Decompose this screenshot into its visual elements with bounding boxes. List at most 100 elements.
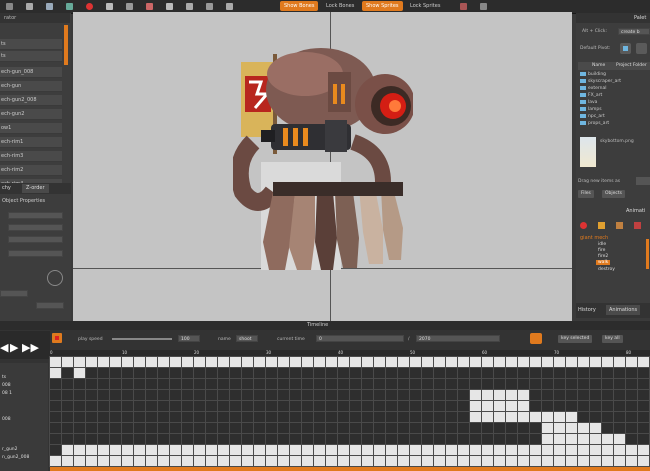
keyframe-cell[interactable]	[481, 389, 494, 401]
keyframe-cell[interactable]	[625, 378, 638, 390]
keyframe-cell[interactable]	[301, 400, 314, 412]
keyframe-cell[interactable]	[145, 367, 158, 379]
keyframe-cell[interactable]	[469, 356, 482, 368]
keyframe-cell[interactable]	[133, 455, 146, 467]
keyframe-cell[interactable]	[589, 378, 602, 390]
keyframe-cell[interactable]	[409, 411, 422, 423]
keyframe-cell[interactable]	[505, 422, 518, 434]
keyframe-cell[interactable]	[601, 356, 614, 368]
keyframe-cell[interactable]	[457, 356, 470, 368]
keyframe-cell[interactable]	[589, 444, 602, 456]
file-thumbnail[interactable]	[580, 137, 596, 167]
keyframe-cell[interactable]	[301, 367, 314, 379]
keyframe-cell[interactable]	[109, 444, 122, 456]
keyframe-cell[interactable]	[229, 378, 242, 390]
keyframe-cell[interactable]	[517, 378, 530, 390]
keyframe-cell[interactable]	[337, 411, 350, 423]
keyframe-cell[interactable]	[481, 422, 494, 434]
keyframe-cell[interactable]	[253, 378, 266, 390]
keyframe-cell[interactable]	[421, 367, 434, 379]
loop-button[interactable]	[530, 333, 542, 344]
keyframe-grid[interactable]	[49, 356, 650, 467]
name-input[interactable]: shoot	[236, 335, 258, 342]
keyframe-cell[interactable]	[397, 411, 410, 423]
keyframe-cell[interactable]	[277, 367, 290, 379]
tree-item[interactable]: lava	[580, 99, 597, 106]
export-icon[interactable]	[126, 3, 133, 10]
keyframe-cell[interactable]	[505, 433, 518, 445]
keyframe-cell[interactable]	[457, 400, 470, 412]
keyframe-cell[interactable]	[577, 367, 590, 379]
keyframe-cell[interactable]	[505, 356, 518, 368]
keyframe-cell[interactable]	[469, 389, 482, 401]
tree-item[interactable]: external	[580, 85, 607, 92]
keyframe-cell[interactable]	[73, 411, 86, 423]
keyframe-cell[interactable]	[313, 356, 326, 368]
keyframe-cell[interactable]	[337, 389, 350, 401]
keyframe-cell[interactable]	[193, 433, 206, 445]
keyframe-cell[interactable]	[181, 444, 194, 456]
keyframe-cell[interactable]	[289, 444, 302, 456]
tree-item[interactable]: props_art	[580, 120, 609, 127]
keyframe-cell[interactable]	[637, 356, 650, 368]
keyframe-cell[interactable]	[97, 455, 110, 467]
keyframe-cell[interactable]	[637, 411, 650, 423]
keyframe-cell[interactable]	[49, 389, 62, 401]
keyframe-cell[interactable]	[205, 389, 218, 401]
keyframe-cell[interactable]	[337, 422, 350, 434]
keyframe-cell[interactable]	[301, 378, 314, 390]
prop-field[interactable]	[8, 236, 63, 243]
keyframe-cell[interactable]	[361, 422, 374, 434]
keyframe-cell[interactable]	[457, 444, 470, 456]
keyframe-cell[interactable]	[205, 356, 218, 368]
keyframe-cell[interactable]	[481, 411, 494, 423]
keyframe-cell[interactable]	[613, 378, 626, 390]
keyframe-cell[interactable]	[145, 389, 158, 401]
keyframe-cell[interactable]	[289, 356, 302, 368]
keyframe-cell[interactable]	[457, 433, 470, 445]
keyframe-cell[interactable]	[517, 400, 530, 412]
keyframe-cell[interactable]	[325, 444, 338, 456]
duplicate-icon[interactable]	[616, 222, 623, 229]
current-time-input[interactable]: 0	[316, 335, 404, 342]
keyframe-cell[interactable]	[85, 455, 98, 467]
keyframe-cell[interactable]	[193, 356, 206, 368]
keyframe-cell[interactable]	[433, 400, 446, 412]
keyframe-cell[interactable]	[373, 389, 386, 401]
keyframe-cell[interactable]	[589, 422, 602, 434]
keyframe-cell[interactable]	[349, 422, 362, 434]
keyframe-cell[interactable]	[265, 378, 278, 390]
keyframe-cell[interactable]	[337, 444, 350, 456]
keyframe-cell[interactable]	[313, 367, 326, 379]
keyframe-cell[interactable]	[193, 378, 206, 390]
keyframe-cell[interactable]	[433, 433, 446, 445]
keyframe-cell[interactable]	[493, 455, 506, 467]
keyframe-cell[interactable]	[457, 389, 470, 401]
keyframe-cell[interactable]	[481, 378, 494, 390]
keyframe-cell[interactable]	[133, 378, 146, 390]
keyframe-cell[interactable]	[121, 356, 134, 368]
rewind-icon[interactable]: ◀	[0, 341, 8, 354]
keyframe-cell[interactable]	[265, 411, 278, 423]
list-item[interactable]: ts	[0, 51, 62, 62]
list-item[interactable]: ts	[0, 39, 62, 50]
keyframe-cell[interactable]	[289, 389, 302, 401]
keyframe-cell[interactable]	[565, 411, 578, 423]
keyframe-cell[interactable]	[493, 389, 506, 401]
keyframe-cell[interactable]	[625, 389, 638, 401]
keyframe-cell[interactable]	[445, 433, 458, 445]
add-animation-icon[interactable]	[598, 222, 605, 229]
keyframe-cell[interactable]	[529, 389, 542, 401]
keyframe-cell[interactable]	[265, 444, 278, 456]
keyframe-cell[interactable]	[421, 400, 434, 412]
keyframe-cell[interactable]	[505, 378, 518, 390]
keyframe-cell[interactable]	[577, 378, 590, 390]
keyframe-cell[interactable]	[577, 389, 590, 401]
keyframe-cell[interactable]	[277, 378, 290, 390]
keyframe-cell[interactable]	[469, 444, 482, 456]
keyframe-cell[interactable]	[193, 367, 206, 379]
keyframe-cell[interactable]	[553, 433, 566, 445]
list-item[interactable]: ech-rim3	[0, 151, 62, 162]
keyframe-cell[interactable]	[277, 444, 290, 456]
keyframe-cell[interactable]	[241, 433, 254, 445]
